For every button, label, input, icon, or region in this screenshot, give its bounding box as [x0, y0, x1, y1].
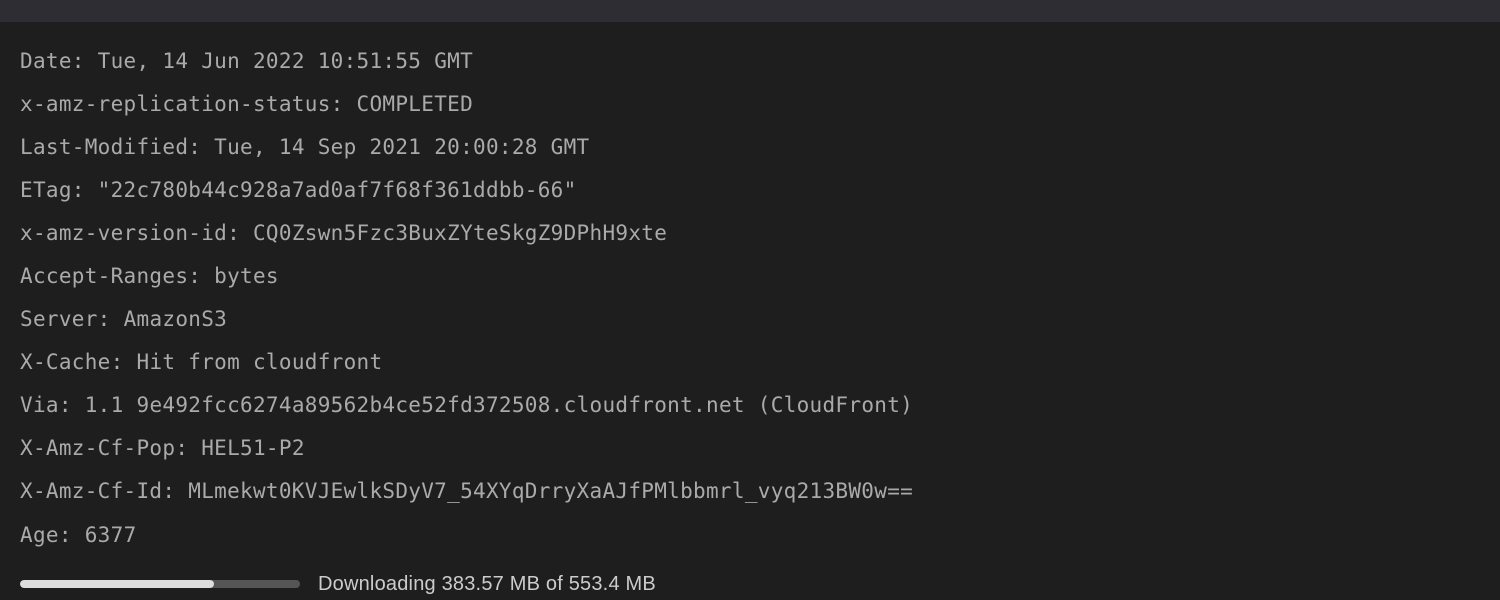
header-line: Last-Modified: Tue, 14 Sep 2021 20:00:28…	[20, 126, 1480, 169]
header-key: Date	[20, 49, 72, 73]
header-value: "22c780b44c928a7ad0af7f68f361ddbb-66"	[98, 178, 577, 202]
header-value: HEL51-P2	[201, 436, 305, 460]
header-line: Date: Tue, 14 Jun 2022 10:51:55 GMT	[20, 40, 1480, 83]
download-progress-row: Downloading 383.57 MB of 553.4 MB	[0, 567, 1500, 596]
window-top-bar	[0, 0, 1500, 22]
header-value: MLmekwt0KVJEwlkSDyV7_54XYqDrryXaAJfPMlbb…	[188, 479, 913, 503]
header-line: Accept-Ranges: bytes	[20, 255, 1480, 298]
header-line: X-Amz-Cf-Id: MLmekwt0KVJEwlkSDyV7_54XYqD…	[20, 470, 1480, 513]
header-key: Last-Modified	[20, 135, 188, 159]
header-line: Via: 1.1 9e492fcc6274a89562b4ce52fd37250…	[20, 384, 1480, 427]
header-value: bytes	[214, 264, 279, 288]
header-value: AmazonS3	[124, 307, 228, 331]
header-line: X-Amz-Cf-Pop: HEL51-P2	[20, 427, 1480, 470]
header-key: Accept-Ranges	[20, 264, 188, 288]
header-line: Age: 6377	[20, 514, 1480, 557]
header-value: 6377	[85, 523, 137, 547]
header-line: x-amz-version-id: CQ0Zswn5Fzc3BuxZYteSkg…	[20, 212, 1480, 255]
header-value: CQ0Zswn5Fzc3BuxZYteSkgZ9DPhH9xte	[253, 221, 667, 245]
header-key: Age	[20, 523, 59, 547]
header-value: Tue, 14 Jun 2022 10:51:55 GMT	[98, 49, 473, 73]
header-value: COMPLETED	[357, 92, 474, 116]
progress-bar-fill	[20, 580, 214, 588]
header-key: x-amz-version-id	[20, 221, 227, 245]
header-value: Hit from cloudfront	[137, 350, 383, 374]
header-key: ETag	[20, 178, 72, 202]
header-value: Tue, 14 Sep 2021 20:00:28 GMT	[214, 135, 589, 159]
header-value: 1.1 9e492fcc6274a89562b4ce52fd372508.clo…	[85, 393, 913, 417]
progress-bar	[20, 580, 300, 588]
header-key: X-Cache	[20, 350, 111, 374]
header-line: X-Cache: Hit from cloudfront	[20, 341, 1480, 384]
header-key: x-amz-replication-status	[20, 92, 331, 116]
header-line: x-amz-replication-status: COMPLETED	[20, 83, 1480, 126]
header-key: Server	[20, 307, 98, 331]
header-line: ETag: "22c780b44c928a7ad0af7f68f361ddbb-…	[20, 169, 1480, 212]
header-line: Server: AmazonS3	[20, 298, 1480, 341]
progress-label: Downloading 383.57 MB of 553.4 MB	[318, 573, 656, 596]
header-key: Via	[20, 393, 59, 417]
header-key: X-Amz-Cf-Id	[20, 479, 162, 503]
header-key: X-Amz-Cf-Pop	[20, 436, 175, 460]
terminal-output: Date: Tue, 14 Jun 2022 10:51:55 GMT x-am…	[0, 22, 1500, 567]
